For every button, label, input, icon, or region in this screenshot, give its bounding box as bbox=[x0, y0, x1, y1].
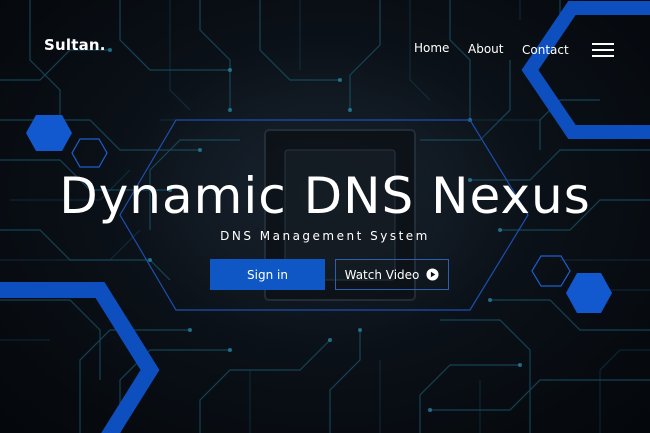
hero-subtitle: DNS Management System bbox=[220, 229, 430, 243]
watch-video-button[interactable]: Watch Video bbox=[335, 259, 449, 290]
hex-small-left-outline bbox=[71, 138, 108, 168]
hex-bottom-left bbox=[0, 282, 160, 433]
nav-home-link[interactable]: Home bbox=[414, 41, 449, 55]
top-nav: Home About Contact bbox=[0, 40, 650, 60]
play-circle-icon bbox=[426, 268, 439, 281]
hex-small-right-outline bbox=[531, 255, 571, 287]
nav-contact-link[interactable]: Contact bbox=[522, 43, 569, 57]
hex-top-right bbox=[521, 1, 650, 139]
hero-title: Dynamic DNS Nexus bbox=[59, 167, 591, 225]
nav-about-link[interactable]: About bbox=[468, 42, 503, 56]
hamburger-menu-icon[interactable] bbox=[592, 43, 614, 57]
watch-video-label: Watch Video bbox=[344, 267, 420, 282]
sign-in-button[interactable]: Sign in bbox=[210, 259, 325, 290]
hex-small-right-filled bbox=[566, 273, 612, 313]
hero-section: Sultan. Home About Contact Dynamic DNS N… bbox=[0, 0, 650, 433]
